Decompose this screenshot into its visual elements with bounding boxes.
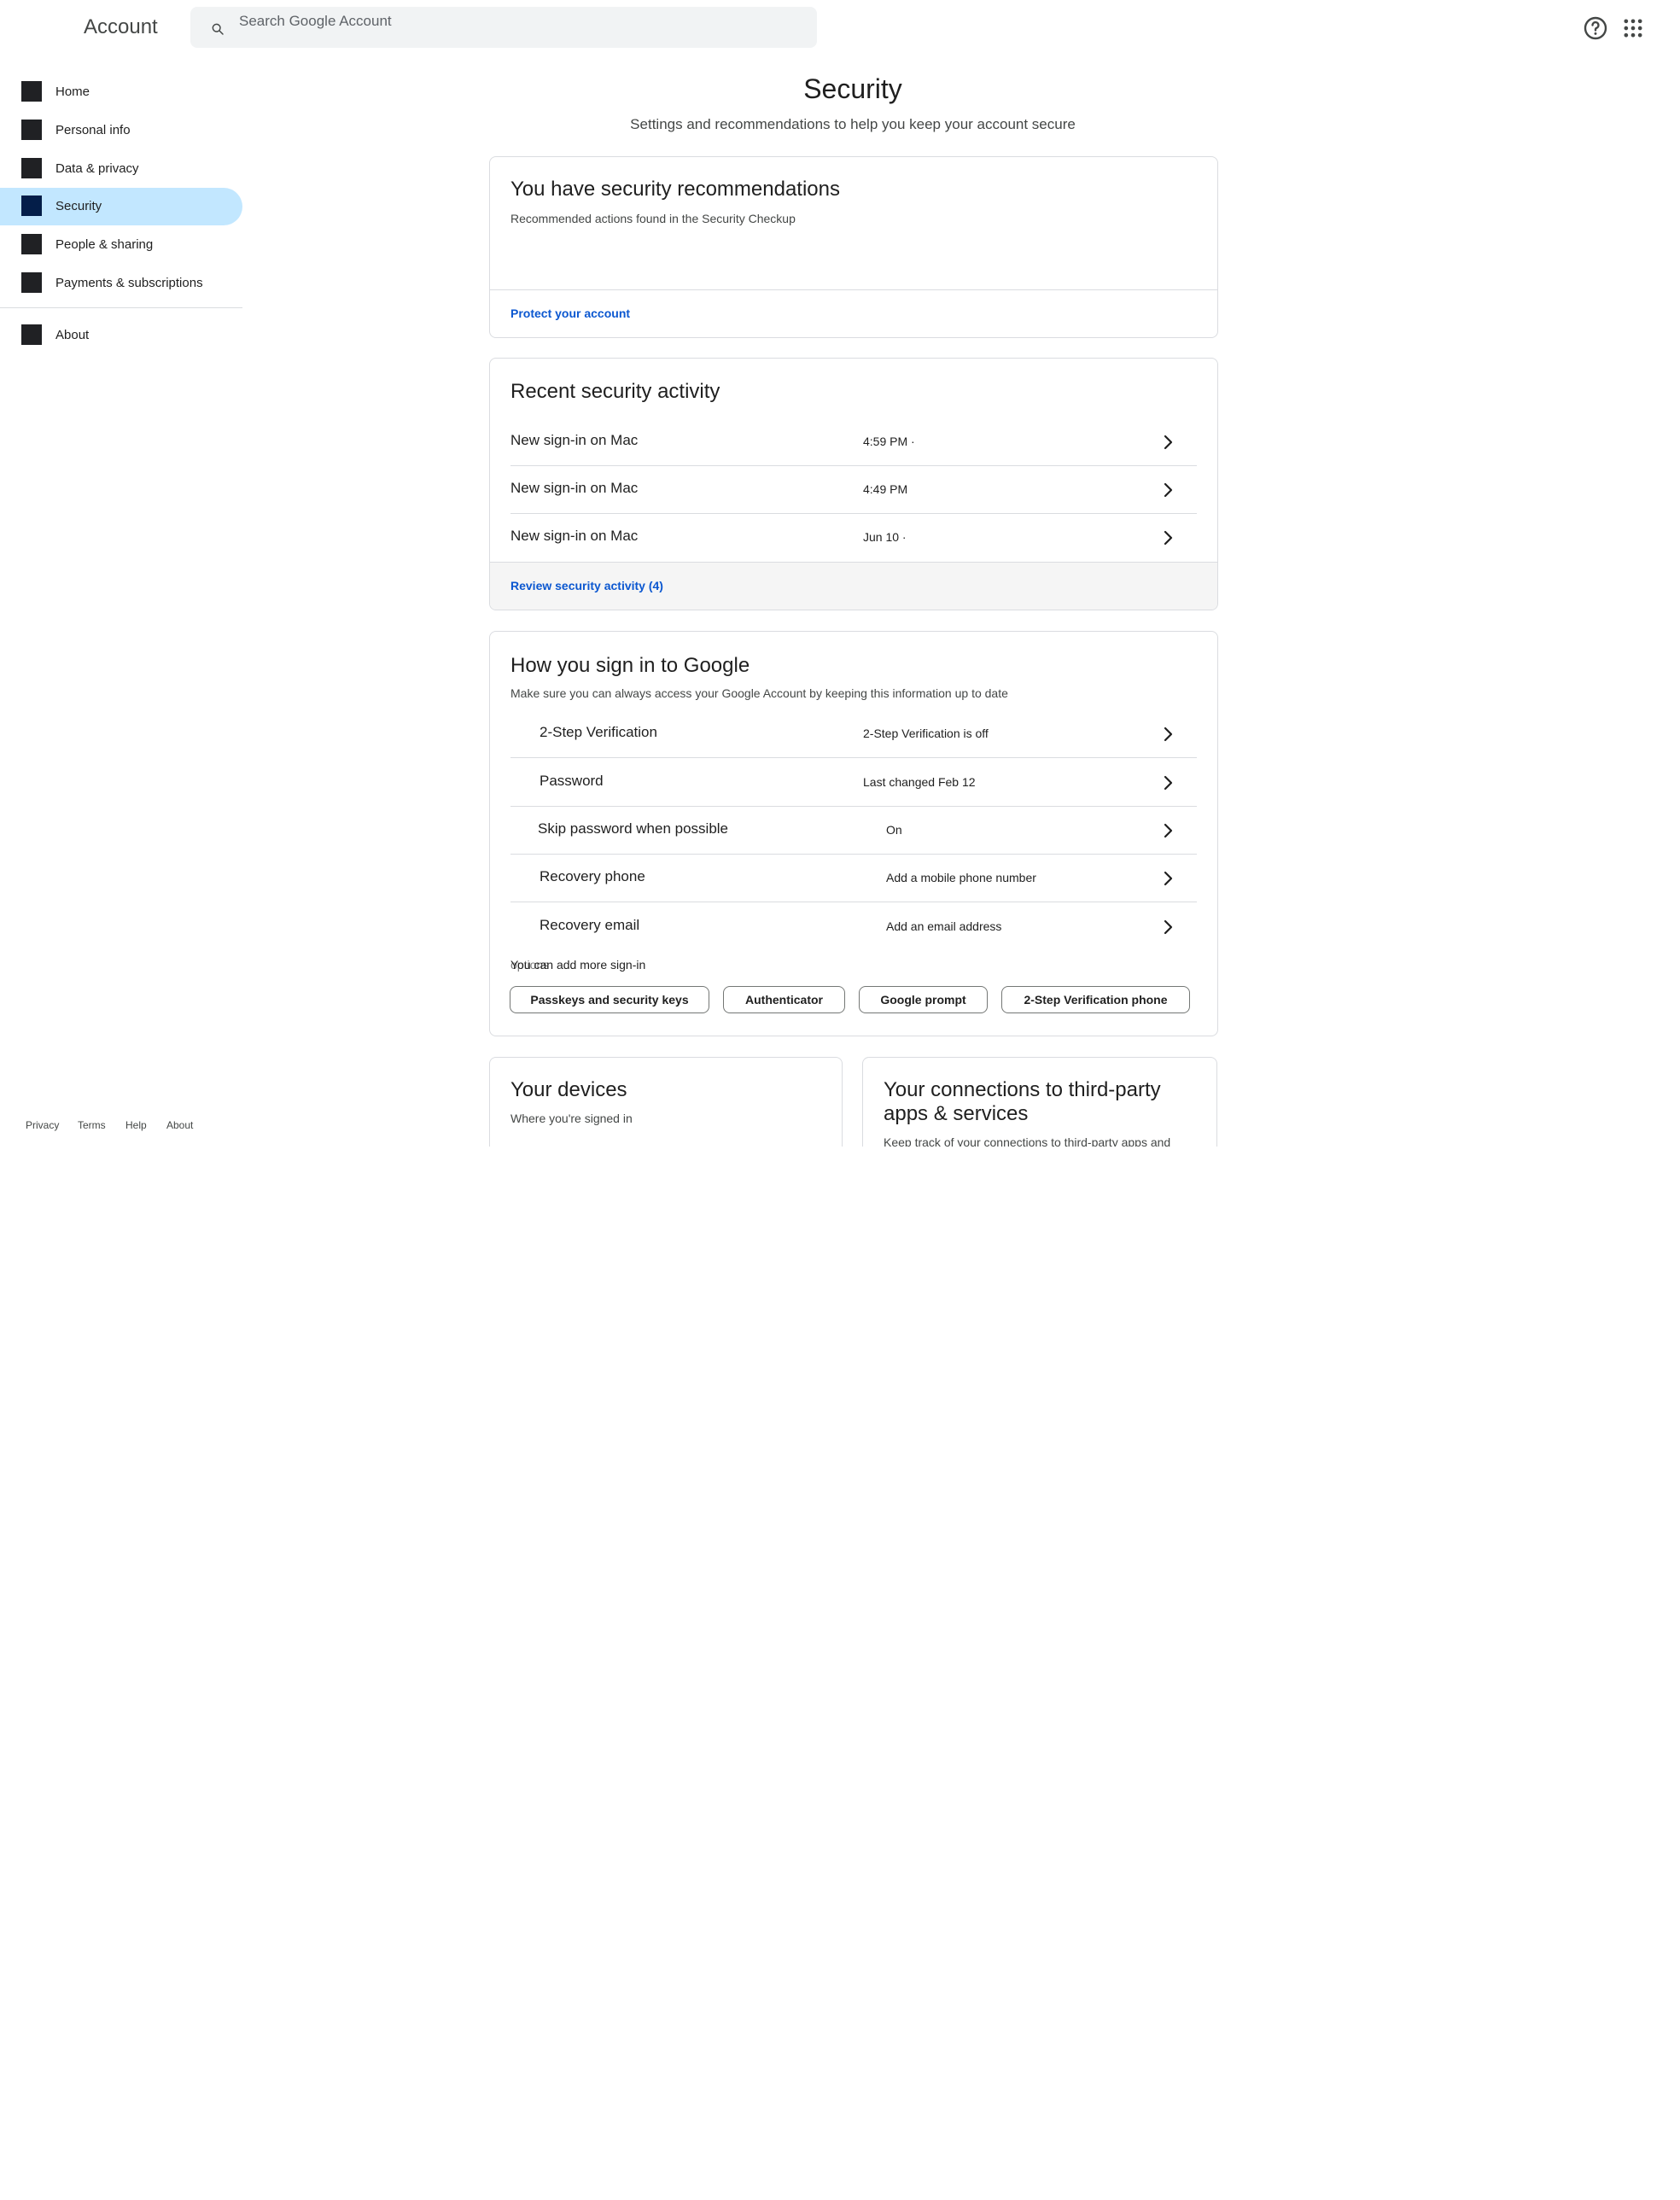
activity-row[interactable]: New sign-in on Mac 4:59 PM · — [490, 418, 1217, 466]
sidebar-item-data-privacy[interactable]: Data & privacy — [0, 150, 242, 188]
sidebar-item-security[interactable]: Security — [0, 188, 242, 225]
recent-activity-card: Recent security activity New sign-in on … — [489, 358, 1218, 610]
two-step-verification-row[interactable]: 2-Step Verification 2-Step Verification … — [490, 710, 1217, 758]
app-title[interactable]: Account — [84, 15, 158, 39]
activity-event: New sign-in on Mac — [510, 528, 639, 544]
sidebar-item-personal-info[interactable]: Personal info — [0, 112, 242, 149]
row-value: 2-Step Verification is off — [863, 727, 989, 740]
activity-event: New sign-in on Mac — [510, 480, 639, 496]
password-row[interactable]: Password Last changed Feb 12 — [490, 759, 1217, 807]
protect-account-link[interactable]: Protect your account — [510, 306, 630, 320]
chevron-right-icon — [1164, 775, 1173, 791]
row-value: On — [886, 823, 902, 837]
sidebar-item-label: Security — [55, 199, 102, 213]
review-activity-footer: Review security activity (4) — [490, 562, 1217, 610]
info-icon — [21, 324, 42, 345]
footer-help-link[interactable]: Help — [125, 1119, 147, 1131]
chevron-right-icon — [1164, 530, 1173, 546]
sign-in-card: How you sign in to Google Make sure you … — [489, 631, 1218, 1036]
card-title: You have security recommendations — [510, 178, 840, 201]
skip-password-row[interactable]: Skip password when possible On — [490, 807, 1217, 855]
footer-privacy-link[interactable]: Privacy — [26, 1119, 59, 1131]
card-description: Make sure you can always access your Goo… — [510, 686, 1008, 700]
chevron-right-icon — [1164, 823, 1173, 838]
card-description: Keep track of your connections to third-… — [884, 1135, 1171, 1147]
chevron-right-icon — [1164, 919, 1173, 935]
row-value: Add a mobile phone number — [886, 871, 1036, 884]
sidebar-item-label: Payments & subscriptions — [55, 276, 203, 290]
activity-row[interactable]: New sign-in on Mac Jun 10 · — [490, 514, 1217, 562]
search-input[interactable] — [239, 7, 785, 36]
chevron-right-icon — [1164, 435, 1173, 450]
row-label: Skip password when possible — [538, 820, 729, 837]
sidebar-item-label: Data & privacy — [55, 161, 139, 176]
more-signin-options-overlap: options — [510, 958, 550, 972]
activity-time: 4:59 PM · — [863, 435, 915, 448]
row-value: Add an email address — [886, 919, 1002, 933]
search-bar[interactable] — [190, 7, 817, 48]
people-icon — [21, 234, 42, 254]
page-title: Security — [803, 73, 902, 104]
sidebar-item-about[interactable]: About — [0, 317, 242, 354]
sidebar-item-label: Home — [55, 85, 90, 99]
card-title-line-2: apps & services — [884, 1102, 1029, 1125]
row-divider — [510, 757, 1197, 758]
activity-time: 4:49 PM — [863, 482, 908, 496]
sidebar-item-label: People & sharing — [55, 237, 154, 252]
recovery-phone-row[interactable]: Recovery phone Add a mobile phone number — [490, 855, 1217, 902]
lock-icon — [21, 195, 42, 216]
footer-terms-link[interactable]: Terms — [78, 1119, 106, 1131]
row-value: Last changed Feb 12 — [863, 775, 976, 789]
google-prompt-chip[interactable]: Google prompt — [859, 986, 988, 1013]
card-title: How you sign in to Google — [510, 654, 750, 677]
card-title: Your devices — [510, 1078, 627, 1101]
sidebar-divider — [0, 307, 242, 308]
review-activity-link[interactable]: Review security activity (4) — [510, 579, 663, 592]
two-step-phone-chip[interactable]: 2-Step Verification phone — [1001, 986, 1190, 1013]
apps-grid-icon[interactable] — [1621, 16, 1645, 40]
third-party-connections-card[interactable]: Your connections to third-party apps & s… — [862, 1057, 1217, 1147]
chevron-right-icon — [1164, 871, 1173, 886]
search-icon[interactable] — [211, 22, 225, 36]
card-title: Recent security activity — [510, 380, 720, 403]
row-label: Password — [540, 773, 604, 789]
chevron-right-icon — [1164, 727, 1173, 742]
row-label: Recovery email — [540, 917, 640, 933]
person-icon — [21, 120, 42, 140]
passkeys-chip[interactable]: Passkeys and security keys — [510, 986, 709, 1013]
authenticator-chip[interactable]: Authenticator — [723, 986, 845, 1013]
card-divider — [490, 289, 1217, 290]
sidebar-item-label: About — [55, 328, 90, 342]
sidebar-item-label: Personal info — [55, 123, 131, 137]
recovery-email-row[interactable]: Recovery email Add an email address — [490, 903, 1217, 951]
card-description: Where you're signed in — [510, 1112, 633, 1125]
row-label: Recovery phone — [540, 868, 645, 884]
security-recommendations-card: You have security recommendations Recomm… — [489, 156, 1218, 338]
activity-event: New sign-in on Mac — [510, 432, 639, 448]
activity-time: Jun 10 · — [863, 530, 907, 544]
row-label: 2-Step Verification — [540, 724, 657, 740]
home-icon — [21, 81, 42, 102]
sidebar-item-payments[interactable]: Payments & subscriptions — [0, 265, 242, 302]
privacy-icon — [21, 158, 42, 178]
help-icon[interactable] — [1582, 15, 1609, 42]
footer-about-link[interactable]: About — [166, 1119, 193, 1131]
payment-icon — [21, 272, 42, 293]
sidebar-item-home[interactable]: Home — [0, 73, 242, 111]
page-subtitle: Settings and recommendations to help you… — [630, 116, 1076, 132]
card-title-line-1: Your connections to third-party — [884, 1078, 1161, 1101]
sidebar-item-people-sharing[interactable]: People & sharing — [0, 226, 242, 264]
chevron-right-icon — [1164, 482, 1173, 498]
activity-row[interactable]: New sign-in on Mac 4:49 PM — [490, 466, 1217, 514]
card-description: Recommended actions found in the Securit… — [510, 212, 796, 225]
devices-card[interactable]: Your devices Where you're signed in — [489, 1057, 843, 1147]
